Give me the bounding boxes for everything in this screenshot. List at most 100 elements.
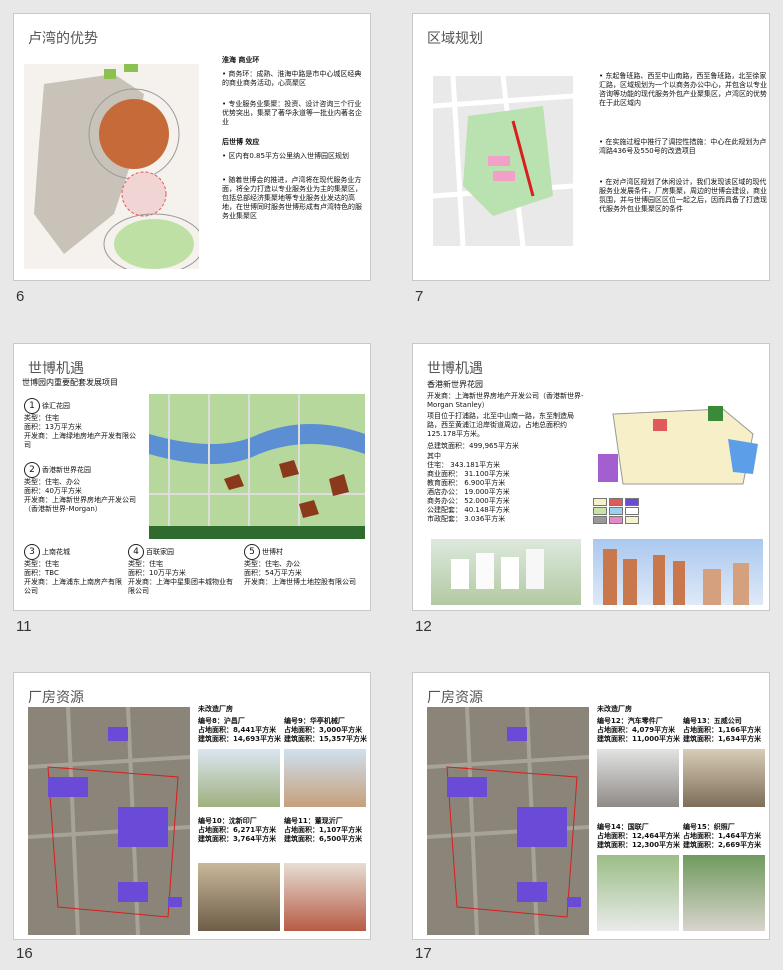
- slide-thumbnail-12[interactable]: 世博机遇 香港新世界花园 开发商：上海新世界房地产开发公司（香港新世界-Morg…: [412, 343, 770, 611]
- factory-code: 编号11：: [284, 817, 315, 825]
- slide-title: 厂房资源: [28, 690, 84, 706]
- skyline-render-photo: [593, 539, 763, 605]
- slide-number: 11: [16, 618, 32, 635]
- legend-swatch: [609, 498, 623, 506]
- factory-area: 占地面积：12,464平方米: [597, 832, 681, 840]
- factory-gfa: 建筑面积：15,357平方米: [284, 735, 368, 743]
- project-area: 面积：TBC: [24, 569, 59, 577]
- project-type: 类型：住宅: [128, 560, 163, 568]
- legend-swatch: [625, 516, 639, 524]
- factory-name: 织照厂: [713, 823, 735, 831]
- factory-photo: [597, 855, 679, 931]
- slide-title: 厂房资源: [427, 690, 483, 706]
- section-heading: 未改造厂房: [198, 705, 233, 713]
- stat-key: 住宅：: [427, 461, 448, 469]
- factory-gfa: 建筑面积：14,693平方米: [198, 735, 282, 743]
- factory-area: 占地面积：1,464平方米: [683, 832, 762, 840]
- project-type: 类型：住宅、办公: [244, 560, 300, 568]
- factory-code: 编号14：: [597, 823, 628, 831]
- stats-list: 其中 住宅： 343.181平方米 商业面积： 31.100平方米 教育面积： …: [427, 452, 587, 524]
- project-area: 面积：54万平方米: [244, 569, 302, 577]
- slide-thumbnail-7[interactable]: 区域规划 东起鲁班路、西至中山南路，西至鲁班路，北至徐家汇路，区域规划为一个以商…: [412, 13, 770, 281]
- project-dev: 开发商：上海新世界房地产开发公司（香港新世界-Morgan）: [24, 496, 136, 513]
- project-2: 2 香港新世界花园 类型：住宅、办公 面积：40万平方米 开发商：上海新世界房地产…: [24, 462, 142, 514]
- slide-thumbnail-17[interactable]: 厂房资源 未改造厂房 编号12：汽车零件厂 占地面积：4,079平方米 建筑面积…: [412, 672, 770, 940]
- factory-code: 编号10：: [198, 817, 229, 825]
- slide-thumbnail-11[interactable]: 世博机遇 世博园内重要配套发展项目 1 徐汇花园 类型：住宅 面积：13万平方米 …: [13, 343, 371, 611]
- project-dev: 开发商：上海浦东上南房产有限公司: [24, 578, 122, 595]
- expo-map: [149, 394, 365, 539]
- stat-value: 40.148平方米: [464, 506, 510, 514]
- factory-gfa: 建筑面积：6,500平方米: [284, 835, 363, 843]
- stat-row: 商业面积： 31.100平方米: [427, 470, 587, 479]
- factory-name: 沪昌厂: [223, 717, 245, 725]
- factory-item: 编号11：董现沂厂 占地面积：1,107平方米 建筑面积：6,500平方米: [284, 817, 368, 844]
- project-name: 上南花城: [42, 548, 70, 556]
- stat-row: 酒店办公： 19.000平方米: [427, 488, 587, 497]
- district-map: [24, 64, 199, 269]
- project-3: 3 上南花城 类型：住宅 面积：TBC 开发商：上海浦东上南房产有限公司: [24, 544, 124, 596]
- legend-swatch: [609, 516, 623, 524]
- factory-gfa: 建筑面积：11,000平方米: [597, 735, 681, 743]
- project-dev: 开发商：上海世博土地控股有限公司: [244, 578, 356, 586]
- project-name: 世博村: [262, 548, 283, 556]
- subtitle: 香港新世界花园: [427, 380, 483, 389]
- factory-area: 占地面积：8,441平方米: [198, 726, 277, 734]
- legend-swatch: [593, 498, 607, 506]
- slide-number: 16: [16, 945, 33, 962]
- site-legend: [593, 498, 763, 525]
- slide-sorter: 卢湾的优势 淮海 商业环 商务环：成熟、淮海中路是市中心城区经典的商业商务活动，…: [0, 0, 783, 970]
- project-number: 2: [24, 462, 40, 478]
- factory-code: 编号15：: [683, 823, 714, 831]
- factory-photo: [683, 749, 765, 807]
- stat-value: 31.100平方米: [464, 470, 510, 478]
- project-type: 类型：住宅、办公: [24, 478, 80, 486]
- factory-code: 编号12：: [597, 717, 628, 725]
- stat-row: 其中: [427, 452, 587, 461]
- slide-number: 7: [415, 288, 424, 305]
- stat-value: 3.036平方米: [464, 515, 506, 523]
- slide-title: 区域规划: [427, 31, 483, 47]
- section-heading: 未改造厂房: [597, 705, 632, 713]
- stat-value: 19.000平方米: [464, 488, 510, 496]
- bullet-1: 东起鲁班路、西至中山南路，西至鲁班路，北至徐家汇路，区域规划为一个以商务办公中心…: [599, 72, 767, 108]
- factory-aerial-map: [427, 707, 589, 935]
- stat-row: 住宅： 343.181平方米: [427, 461, 587, 470]
- project-name: 徐汇花园: [42, 402, 70, 410]
- bullet-3: 区内有0.85平方公里纳入世博园区规划: [222, 152, 367, 161]
- stat-key: 教育面积：: [427, 479, 462, 487]
- project-area: 面积：10万平方米: [128, 569, 186, 577]
- factory-name: 沈新印厂: [228, 817, 257, 825]
- stat-row: 公建配套： 40.148平方米: [427, 506, 587, 515]
- developer: 开发商：上海新世界房地产开发公司（香港新世界-Morgan Stanley）: [427, 392, 584, 409]
- factory-gfa: 建筑面积：1,634平方米: [683, 735, 762, 743]
- stat-value: 52.000平方米: [464, 497, 510, 505]
- project-number: 5: [244, 544, 260, 560]
- project-type: 类型：住宅: [24, 414, 59, 422]
- slide-thumbnail-6[interactable]: 卢湾的优势 淮海 商业环 商务环：成熟、淮海中路是市中心城区经典的商业商务活动，…: [13, 13, 371, 281]
- stat-key: 商业面积：: [427, 470, 462, 478]
- legend-swatch: [625, 507, 639, 515]
- factory-name: 国联厂: [627, 823, 649, 831]
- factory-code: 编号13：: [683, 717, 714, 725]
- slide-thumbnail-16[interactable]: 厂房资源 未改造厂房 编号8：沪昌厂 占地面积：8,441平方米 建筑面积：14…: [13, 672, 371, 940]
- slide-title: 世博机遇: [427, 361, 483, 377]
- factory-area: 占地面积：6,271平方米: [198, 826, 277, 834]
- stat-key: 公建配套：: [427, 506, 462, 514]
- factory-gfa: 建筑面积：3,764平方米: [198, 835, 277, 843]
- project-name: 香港新世界花园: [42, 466, 91, 474]
- factory-area: 占地面积：3,000平方米: [284, 726, 363, 734]
- stat-key: 酒店办公：: [427, 488, 462, 496]
- stat-value: 343.181平方米: [450, 461, 501, 469]
- factory-area: 占地面积：4,079平方米: [597, 726, 676, 734]
- planning-map: [433, 76, 573, 246]
- factory-item: 编号9：华亭机械厂 占地面积：3,000平方米 建筑面积：15,357平方米: [284, 717, 368, 744]
- stat-row: 教育面积： 6.900平方米: [427, 479, 587, 488]
- factory-name: 华亭机械厂: [309, 717, 345, 725]
- project-area: 面积：13万平方米: [24, 423, 82, 431]
- factory-item: 编号10：沈新印厂 占地面积：6,271平方米 建筑面积：3,764平方米: [198, 817, 282, 844]
- project-4: 4 百联家园 类型：住宅 面积：10万平方米 开发商：上海中星集团丰城物业有限公司: [128, 544, 238, 596]
- stat-key: 市政配套：: [427, 515, 462, 523]
- slide-title: 世博机遇: [28, 361, 84, 377]
- description: 项目位于打浦路，北至中山南一路，东至制造局路，西至黄浦江沿岸街道周边，占地总面积…: [427, 412, 574, 438]
